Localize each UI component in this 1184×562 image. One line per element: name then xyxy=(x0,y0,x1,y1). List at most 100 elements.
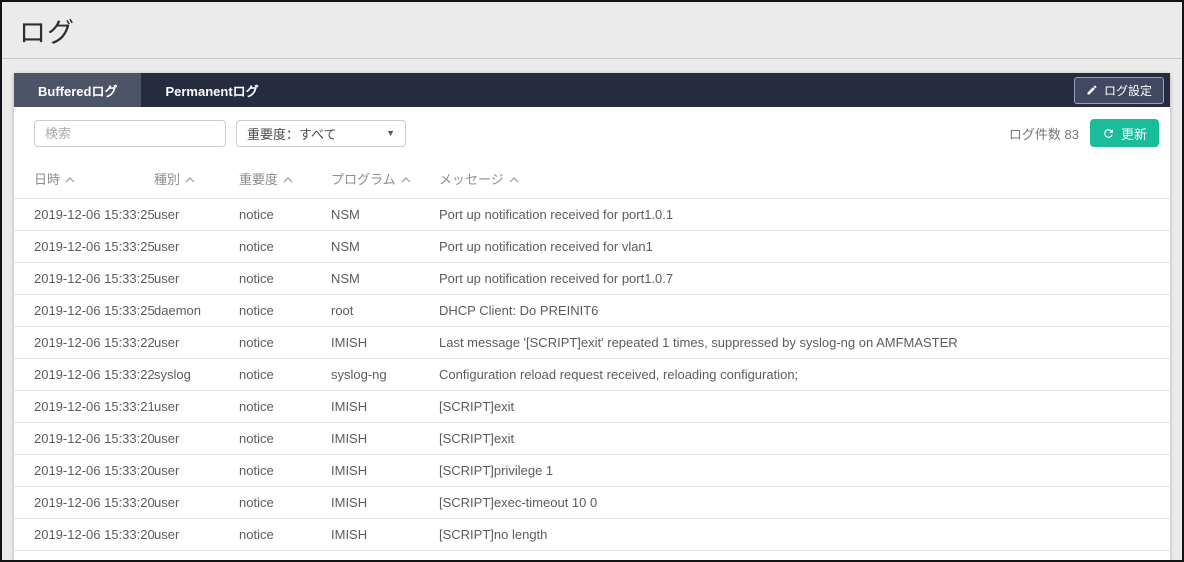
table-cell: DHCP Client: Do PREINIT6 xyxy=(439,295,1170,327)
table-cell: IMISH xyxy=(331,391,439,423)
column-header-label: 重要度 xyxy=(239,172,278,187)
table-row: 2019-12-06 15:33:20usernoticeIMISH[SCRIP… xyxy=(14,423,1170,455)
table-cell: user xyxy=(154,391,239,423)
table-cell: user xyxy=(154,263,239,295)
table-cell: notice xyxy=(239,551,331,562)
table-cell: 2019-12-06 15:33:20 xyxy=(14,455,154,487)
table-cell: notice xyxy=(239,455,331,487)
table-cell: user xyxy=(154,423,239,455)
table-cell: IMISH xyxy=(331,327,439,359)
table-row: 2019-12-06 15:33:20usernoticeIMISH[SCRIP… xyxy=(14,455,1170,487)
table-cell: Configuration reload request received, r… xyxy=(439,359,1170,391)
column-header[interactable]: プログラム xyxy=(331,159,439,199)
table-row: 2019-12-06 15:33:20usernoticeIMISH[SCRIP… xyxy=(14,519,1170,551)
table-cell: notice xyxy=(239,327,331,359)
table-cell: 2019-12-06 15:33:25 xyxy=(14,231,154,263)
table-cell: Port up notification received for port1.… xyxy=(439,199,1170,231)
table-body: 2019-12-06 15:33:25usernoticeNSMPort up … xyxy=(14,199,1170,562)
refresh-button[interactable]: 更新 xyxy=(1090,119,1159,147)
column-header-label: 種別 xyxy=(154,172,180,187)
table-cell: [SCRIPT]exec-timeout 10 0 xyxy=(439,487,1170,519)
log-settings-button[interactable]: ログ設定 xyxy=(1074,77,1164,104)
table-cell: NSM xyxy=(331,199,439,231)
log-settings-label: ログ設定 xyxy=(1104,82,1152,99)
table-cell: 2019-12-06 15:33:20 xyxy=(14,551,154,562)
search-input[interactable] xyxy=(34,120,226,147)
table-cell: Last message '[SCRIPT]exit' repeated 1 t… xyxy=(439,327,1170,359)
severity-dropdown[interactable]: 重要度：すべて ▼ xyxy=(236,120,406,147)
sort-chevron-up-icon xyxy=(185,177,195,183)
column-header-label: メッセージ xyxy=(439,172,504,187)
table-cell: notice xyxy=(239,519,331,551)
table-row: 2019-12-06 15:33:25usernoticeNSMPort up … xyxy=(14,199,1170,231)
content-area: Bufferedログ Permanentログ ログ設定 重要度：すべて ▼ ログ… xyxy=(2,59,1182,562)
table-cell: NSM xyxy=(331,263,439,295)
table-cell: 2019-12-06 15:33:22 xyxy=(14,327,154,359)
tab-bar: Bufferedログ Permanentログ ログ設定 xyxy=(14,73,1170,107)
chevron-down-icon: ▼ xyxy=(386,128,395,138)
filter-row: 重要度：すべて ▼ ログ件数 83 更新 xyxy=(14,107,1170,159)
table-row: 2019-12-06 15:33:20usernoticeIMISH[SCRIP… xyxy=(14,551,1170,562)
table-cell: notice xyxy=(239,263,331,295)
table-cell: 2019-12-06 15:33:25 xyxy=(14,263,154,295)
table-row: 2019-12-06 15:33:22syslognoticesyslog-ng… xyxy=(14,359,1170,391)
log-count-text: ログ件数 83 xyxy=(1009,124,1079,143)
column-header[interactable]: 日時 xyxy=(14,159,154,199)
column-header-label: 日時 xyxy=(34,172,60,187)
table-cell: [SCRIPT]hostname AMFMASTER xyxy=(439,551,1170,562)
sort-chevron-up-icon xyxy=(283,177,293,183)
table-cell: syslog xyxy=(154,359,239,391)
table-cell: IMISH xyxy=(331,423,439,455)
table-cell: syslog-ng xyxy=(331,359,439,391)
table-cell: [SCRIPT]privilege 1 xyxy=(439,455,1170,487)
tab-permanent-log[interactable]: Permanentログ xyxy=(141,73,282,107)
pencil-icon xyxy=(1086,84,1098,96)
tab-buffered-log[interactable]: Bufferedログ xyxy=(14,73,141,107)
table-cell: root xyxy=(331,295,439,327)
table-cell: notice xyxy=(239,295,331,327)
table-cell: notice xyxy=(239,391,331,423)
table-cell: 2019-12-06 15:33:20 xyxy=(14,487,154,519)
table-cell: 2019-12-06 15:33:22 xyxy=(14,359,154,391)
table-cell: user xyxy=(154,199,239,231)
refresh-icon xyxy=(1102,127,1115,140)
table-cell: user xyxy=(154,519,239,551)
table-cell: user xyxy=(154,455,239,487)
log-card: Bufferedログ Permanentログ ログ設定 重要度：すべて ▼ ログ… xyxy=(14,73,1170,562)
table-cell: 2019-12-06 15:33:21 xyxy=(14,391,154,423)
table-cell: notice xyxy=(239,487,331,519)
table-row: 2019-12-06 15:33:20usernoticeIMISH[SCRIP… xyxy=(14,487,1170,519)
table-cell: IMISH xyxy=(331,487,439,519)
sort-chevron-up-icon xyxy=(65,177,75,183)
table-row: 2019-12-06 15:33:21usernoticeIMISH[SCRIP… xyxy=(14,391,1170,423)
table-cell: 2019-12-06 15:33:25 xyxy=(14,295,154,327)
table-cell: IMISH xyxy=(331,519,439,551)
table-cell: IMISH xyxy=(331,551,439,562)
table-cell: [SCRIPT]exit xyxy=(439,423,1170,455)
table-cell: user xyxy=(154,231,239,263)
table-row: 2019-12-06 15:33:25usernoticeNSMPort up … xyxy=(14,263,1170,295)
table-cell: notice xyxy=(239,231,331,263)
table-cell: notice xyxy=(239,423,331,455)
table-cell: 2019-12-06 15:33:25 xyxy=(14,199,154,231)
page-title: ログ xyxy=(19,11,75,50)
table-cell: notice xyxy=(239,359,331,391)
table-cell: user xyxy=(154,487,239,519)
table-row: 2019-12-06 15:33:25daemonnoticerootDHCP … xyxy=(14,295,1170,327)
sort-chevron-up-icon xyxy=(401,177,411,183)
column-header[interactable]: 種別 xyxy=(154,159,239,199)
sort-chevron-up-icon xyxy=(509,177,519,183)
column-header[interactable]: 重要度 xyxy=(239,159,331,199)
column-header-label: プログラム xyxy=(331,172,396,187)
column-header[interactable]: メッセージ xyxy=(439,159,1170,199)
table-row: 2019-12-06 15:33:25usernoticeNSMPort up … xyxy=(14,231,1170,263)
table-cell: 2019-12-06 15:33:20 xyxy=(14,423,154,455)
table-header-row: 日時 種別 重要度 プログラム メッセージ xyxy=(14,159,1170,199)
table-cell: Port up notification received for vlan1 xyxy=(439,231,1170,263)
table-cell: daemon xyxy=(154,295,239,327)
table-cell: user xyxy=(154,551,239,562)
table-cell: [SCRIPT]exit xyxy=(439,391,1170,423)
table-cell: NSM xyxy=(331,231,439,263)
table-cell: [SCRIPT]no length xyxy=(439,519,1170,551)
table-cell: 2019-12-06 15:33:20 xyxy=(14,519,154,551)
